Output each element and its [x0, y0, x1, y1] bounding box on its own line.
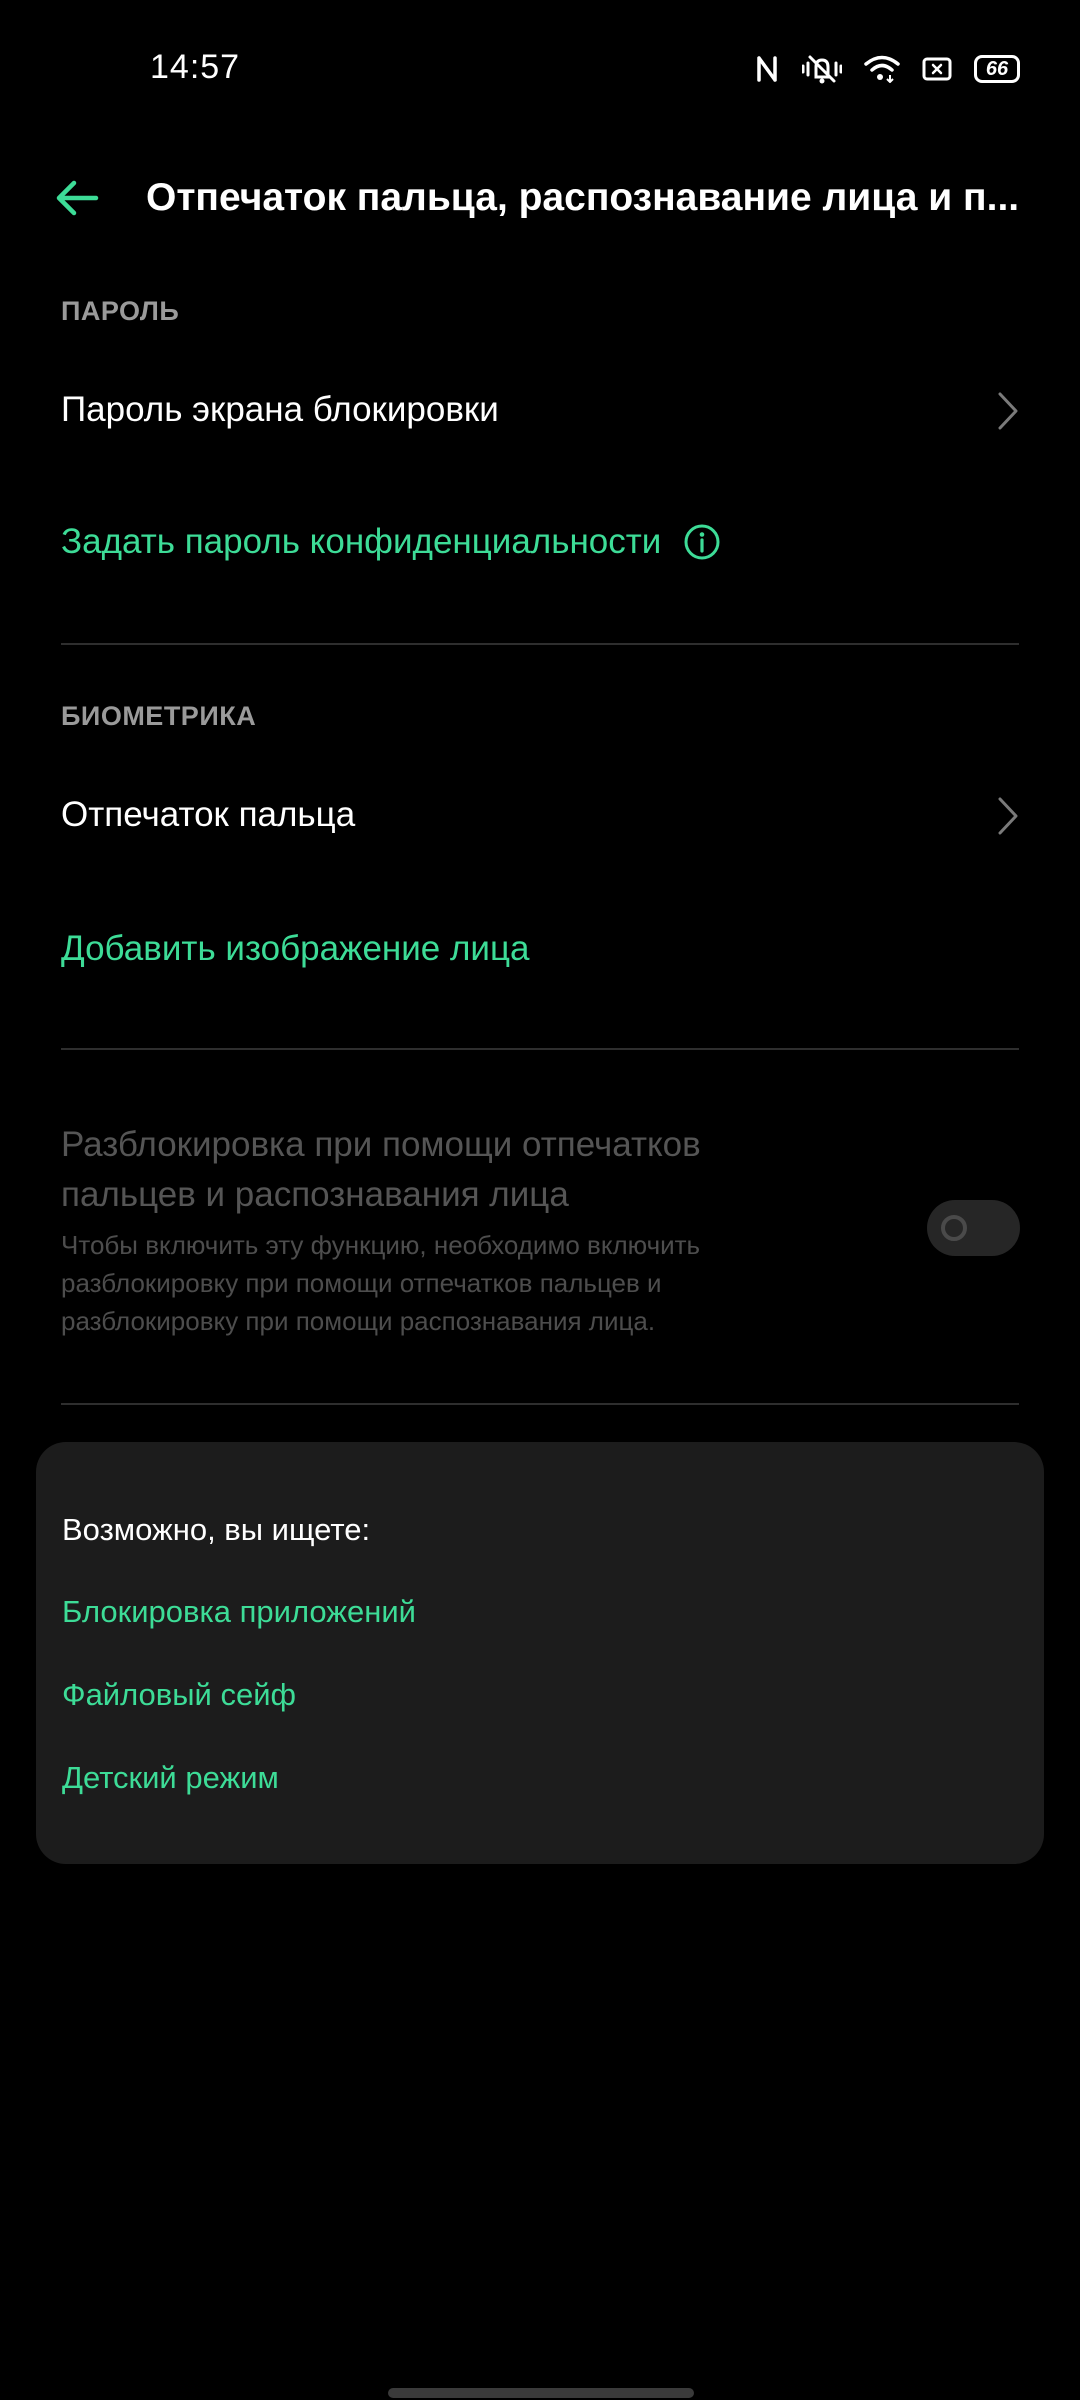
fingerprint-item[interactable]: Отпечаток пальца: [0, 771, 1080, 861]
lock-screen-password-item[interactable]: Пароль экрана блокировки: [0, 366, 1080, 456]
fingerprint-label: Отпечаток пальца: [61, 795, 356, 834]
section-header-password: ПАРОЛЬ: [61, 296, 180, 326]
chevron-right-icon: [996, 390, 1020, 432]
section-header-biometrics: БИОМЕТРИКА: [61, 701, 257, 731]
divider: [61, 643, 1019, 645]
home-indicator[interactable]: [388, 2388, 694, 2398]
privacy-password-item[interactable]: Задать пароль конфиденциальности: [0, 500, 1080, 590]
privacy-password-label: Задать пароль конфиденциальности: [61, 522, 662, 561]
divider: [61, 1048, 1019, 1050]
battery-icon: 66: [974, 55, 1020, 83]
suggestion-link-file-safe[interactable]: Файловый сейф: [62, 1677, 296, 1713]
suggestions-card: Возможно, вы ищете: Блокировка приложени…: [36, 1442, 1044, 1864]
add-face-label: Добавить изображение лица: [61, 929, 530, 968]
combined-unlock-title: Разблокировка при помощи отпечатков паль…: [61, 1125, 701, 1214]
suggestions-title: Возможно, вы ищете:: [62, 1512, 371, 1547]
divider: [61, 1403, 1019, 1405]
toggle-knob: [941, 1215, 967, 1241]
status-icons: 66: [754, 50, 1020, 88]
combined-unlock-toggle[interactable]: [927, 1200, 1020, 1256]
page-title: Отпечаток пальца, распознавание лица и п…: [146, 176, 1020, 219]
nfc-icon: [754, 54, 780, 84]
suggestion-link-app-lock[interactable]: Блокировка приложений: [62, 1594, 416, 1630]
combined-unlock-description: Чтобы включить эту функцию, необходимо в…: [61, 1230, 701, 1336]
chevron-right-icon: [996, 795, 1020, 837]
lock-screen-password-label: Пароль экрана блокировки: [61, 390, 499, 429]
back-arrow-icon[interactable]: [52, 172, 104, 224]
status-time: 14:57: [150, 48, 241, 86]
add-face-item[interactable]: Добавить изображение лица: [0, 905, 1080, 995]
screenshot-icon: [922, 56, 952, 82]
wifi-icon: [864, 55, 900, 83]
info-icon[interactable]: [683, 523, 721, 561]
vibrate-mute-icon: [802, 53, 842, 85]
suggestion-link-kids-mode[interactable]: Детский режим: [62, 1760, 279, 1796]
